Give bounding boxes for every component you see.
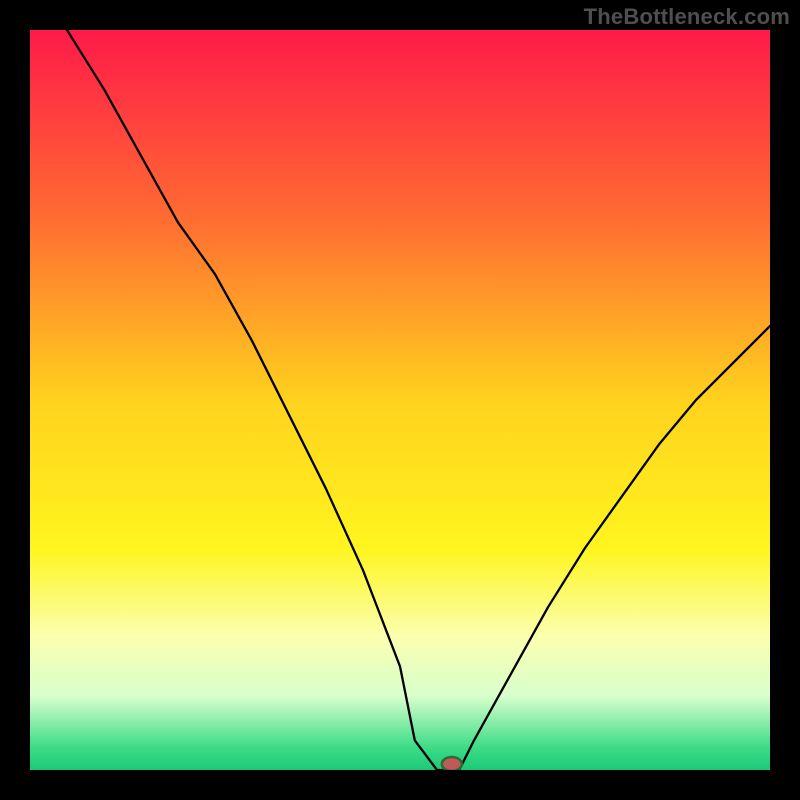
gradient-background: [30, 30, 770, 770]
watermark-text: TheBottleneck.com: [584, 4, 790, 30]
plot-area: [30, 30, 770, 770]
chart-svg: [30, 30, 770, 770]
optimal-point-marker: [442, 757, 462, 770]
chart-frame: TheBottleneck.com: [0, 0, 800, 800]
